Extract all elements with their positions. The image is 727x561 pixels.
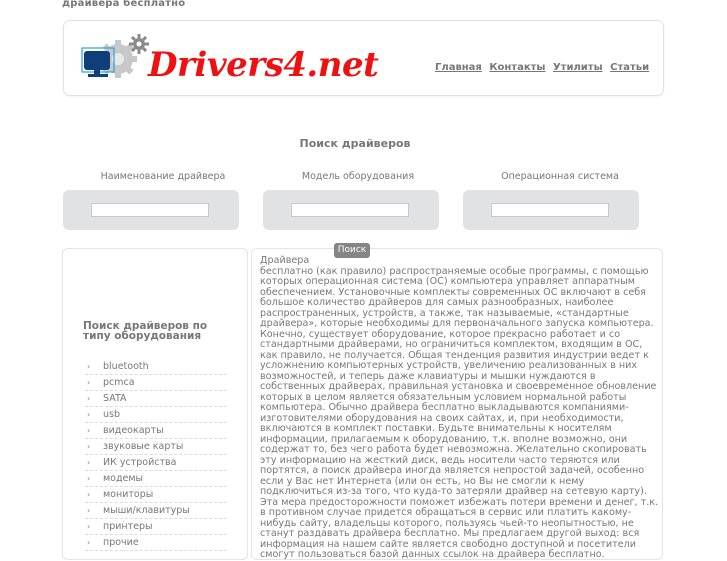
os-input[interactable] [491,203,609,217]
article-body: бесплатно (как правило) распространяемые… [260,265,659,560]
chevron-right-icon: › [87,458,91,467]
driver-name-field-box [63,190,239,230]
category-item-ir-devices[interactable]: › ИК устройства [85,455,227,471]
chevron-right-icon: › [87,442,91,451]
category-item-mice-keyboards[interactable]: › мыши/клавитуры [85,503,227,519]
category-item-usb[interactable]: › usb [85,407,227,423]
category-item-monitors[interactable]: › мониторы [85,487,227,503]
chevron-right-icon: › [87,538,91,547]
category-item-modems[interactable]: › модемы [85,471,227,487]
category-item-sound-cards[interactable]: › звуковые карты [85,439,227,455]
category-list: › bluetooth › pcmca › SATA › usb › видеокарты… [85,359,227,551]
page-top-title: драйвера бесплатно [62,0,186,9]
chevron-right-icon: › [87,426,91,435]
chevron-right-icon: › [87,378,91,387]
category-item-pcmca[interactable]: › pcmca [85,375,227,391]
nav-link-utilities[interactable]: Утилиты [553,62,603,73]
chevron-right-icon: › [87,394,91,403]
category-item-printers[interactable]: › принтеры [85,519,227,535]
hardware-model-label: Модель оборудования [301,171,415,182]
chevron-right-icon: › [87,522,91,531]
chevron-right-icon: › [87,362,91,371]
main-nav: Главная Контакты Утилиты Статьи [435,62,653,73]
nav-link-home[interactable]: Главная [435,62,482,73]
category-item-other[interactable]: › прочие [85,535,227,551]
hardware-model-field-box [263,190,439,230]
os-field-box [463,190,639,230]
driver-name-input[interactable] [91,203,209,217]
article-text: Драйвера бесплатно (как правило) распрос… [260,255,660,561]
hardware-model-input[interactable] [291,203,409,217]
nav-link-contacts[interactable]: Контакты [489,62,545,73]
site-logo[interactable]: Drivers4.net [80,29,410,89]
logo-text: Drivers4.net [148,45,379,85]
sidebar-title: Поиск драйверов по типу оборудования [83,320,208,342]
article-heading: Драйвера [260,255,310,266]
chevron-right-icon: › [87,506,91,515]
chevron-right-icon: › [87,410,91,419]
site-header: Drivers4.net Главная Контакты Утилиты Ст… [63,20,664,96]
os-label: Операционная система [501,171,619,182]
search-title: Поиск драйверов [299,137,411,150]
category-item-sata[interactable]: › SATA [85,391,227,407]
driver-name-label: Наименование драйвера [100,171,226,182]
chevron-right-icon: › [87,490,91,499]
main-content: Драйвера бесплатно (как правило) распрос… [251,248,663,560]
search-button[interactable]: Поиск [334,243,370,258]
category-item-video-cards[interactable]: › видеокарты [85,423,227,439]
category-item-bluetooth[interactable]: › bluetooth [85,359,227,375]
hardware-category-sidebar: Поиск драйверов по типу оборудования › bl… [62,248,248,560]
chevron-right-icon: › [87,474,91,483]
nav-link-articles[interactable]: Статьи [610,62,649,73]
